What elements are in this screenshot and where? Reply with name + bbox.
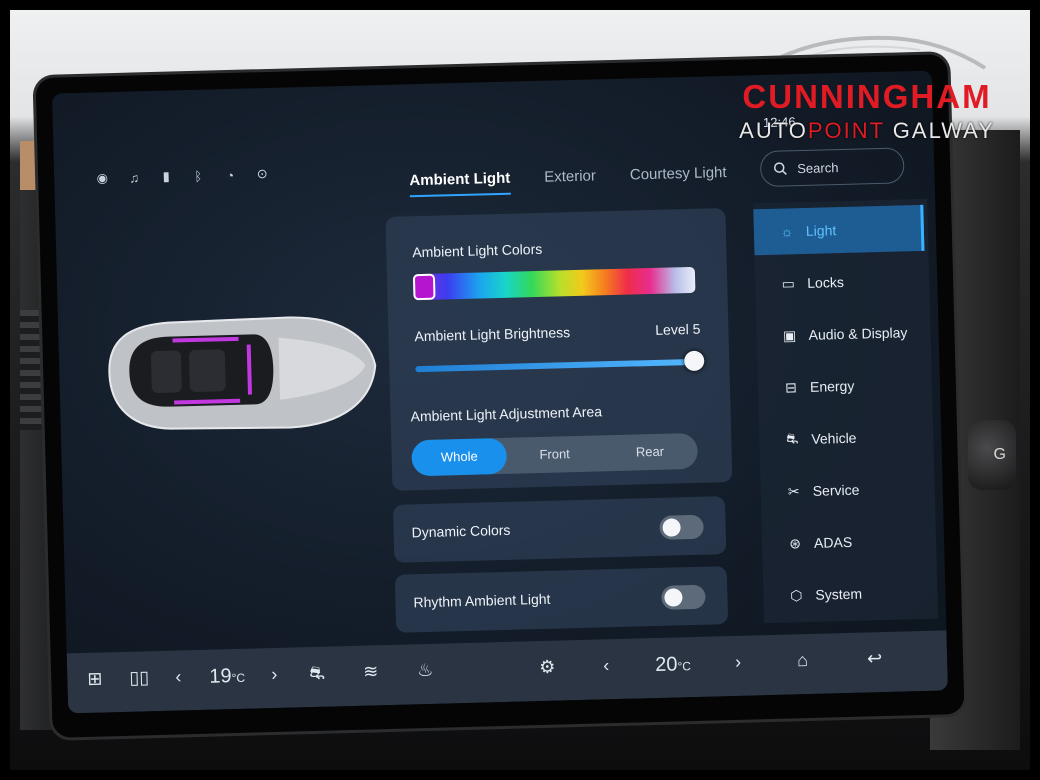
brightness-level-value: Level 5 [655,320,701,338]
sun-icon: ☼ [780,223,794,240]
steering-icon: ⊛ [788,534,802,551]
brand-sub-auto: AUTO [739,118,808,143]
area-option-whole[interactable]: Whole [411,437,508,477]
hexagon-icon: ⬡ [790,586,803,603]
gauge-icon: ◔ [226,167,235,183]
area-option-front[interactable]: Front [507,435,603,473]
sidebar-item-adas[interactable]: ⊛ ADAS [761,517,932,567]
car-fan-icon[interactable]: ⛐ [309,663,325,687]
battery-icon: ⊟ [784,378,798,396]
adjustment-area-title: Ambient Light Adjustment Area [410,403,603,425]
rotary-knob [968,420,1016,490]
sidebar-item-service[interactable]: ✂ Service [760,465,931,515]
car-top-view-image [108,316,377,430]
sidebar-item-label: Energy [809,377,855,395]
left-temp-down-icon[interactable]: ‹ [175,666,182,687]
right-temp-up-icon[interactable]: › [735,652,742,673]
sidebar-item-vehicle[interactable]: ⛐ Vehicle [759,413,930,463]
sidebar-item-light[interactable]: ☼ Light [753,204,925,256]
lock-icon: ▭ [781,274,796,292]
location-pin-icon: ⊙ [256,166,268,182]
signal-4g-icon: ▮ [162,168,171,184]
status-bar: ◉ ♫ ▮ ᛒ ◔ ⊙ [94,166,270,187]
rhythm-ambient-toggle[interactable] [661,584,706,610]
sidebar-item-label: Locks [807,273,845,291]
split-view-icon[interactable]: ▯▯ [129,667,149,689]
area-segmented-control: Whole Front Rear [411,432,699,477]
infotainment-screen: ◉ ♫ ▮ ᛒ ◔ ⊙ 12:46 Ambient Light Exterior… [52,70,948,714]
car-icon: ⛐ [786,429,799,447]
brand-name: CUNNINGHAM [742,78,992,115]
dynamic-colors-toggle[interactable] [659,514,704,540]
left-temperature[interactable]: 19°C [209,665,245,689]
right-temp-down-icon[interactable]: ‹ [603,655,610,676]
sidebar-item-locks[interactable]: ▭ Locks [755,257,926,307]
toggle-knob [662,518,681,537]
left-temp-unit: °C [231,670,246,686]
sidebar-item-system[interactable]: ⬡ System [763,569,934,619]
brightness-slider-thumb[interactable] [683,350,705,372]
toggle-knob [664,588,683,607]
tab-ambient-light[interactable]: Ambient Light [409,169,511,198]
sidebar-item-label: ADAS [813,533,853,551]
seat-heat-icon[interactable]: ♨ [417,660,434,681]
sidebar-item-energy[interactable]: ⊟ Energy [757,361,928,411]
home-icon[interactable]: ⌂ [797,650,808,671]
sidebar-item-label: Audio & Display [808,324,908,343]
settings-sidebar: ☼ Light ▭ Locks ▣ Audio & Display ⊟ Ener… [753,198,939,624]
ambient-colors-title: Ambient Light Colors [412,240,543,261]
sidebar-item-label: Vehicle [811,429,857,447]
left-temp-value: 19 [209,665,232,688]
settings-tabs: Ambient Light Exterior Courtesy Light [409,164,727,198]
tab-exterior[interactable]: Exterior [544,167,596,193]
display-icon: ▣ [782,326,797,344]
right-temperature[interactable]: 20°C [655,653,691,677]
brand-sub-point: POINT [807,118,885,143]
area-option-rear[interactable]: Rear [602,433,698,471]
color-spectrum-picker[interactable] [412,266,696,301]
app-grid-icon[interactable]: ⊞ [87,669,103,690]
brightness-title: Ambient Light Brightness [414,324,571,345]
dynamic-colors-row: Dynamic Colors [392,496,727,563]
right-temp-value: 20 [654,653,678,677]
sidebar-item-label: Service [812,481,860,499]
brand-sub-galway: GALWAY [884,118,995,143]
search-box[interactable]: Search [759,147,905,188]
rhythm-ambient-row: Rhythm Ambient Light [394,566,729,633]
wrench-icon: ✂ [787,482,800,499]
brightness-slider-track[interactable] [415,358,696,373]
profile-icon[interactable]: ◉ [94,170,110,186]
left-temp-up-icon[interactable]: › [271,664,278,685]
dynamic-colors-label: Dynamic Colors [411,521,511,541]
search-placeholder: Search [797,159,839,176]
search-icon [773,162,787,175]
brand-subtitle: AUTOPOINT GALWAY [722,118,1012,144]
bluetooth-icon: ᛒ [194,168,203,184]
knob-icon: G [993,446,1006,463]
rhythm-ambient-label: Rhythm Ambient Light [413,590,551,611]
back-icon[interactable]: ↩ [867,648,883,669]
tab-courtesy-light[interactable]: Courtesy Light [630,164,727,192]
settings-gear-icon[interactable]: ⚙ [539,657,556,678]
front-defrost-icon[interactable]: ≋ [363,661,379,682]
right-temp-unit: °C [677,659,692,674]
sidebar-item-label: Light [805,222,837,239]
sidebar-item-audio-display[interactable]: ▣ Audio & Display [756,309,927,359]
dealer-watermark: CUNNINGHAM AUTOPOINT GALWAY [722,78,1012,144]
ambient-light-card: Ambient Light Colors Ambient Light Brigh… [385,208,733,491]
notification-bell-icon[interactable]: ♫ [126,169,142,185]
color-picker-handle[interactable] [412,273,436,301]
sidebar-item-label: System [815,585,863,603]
